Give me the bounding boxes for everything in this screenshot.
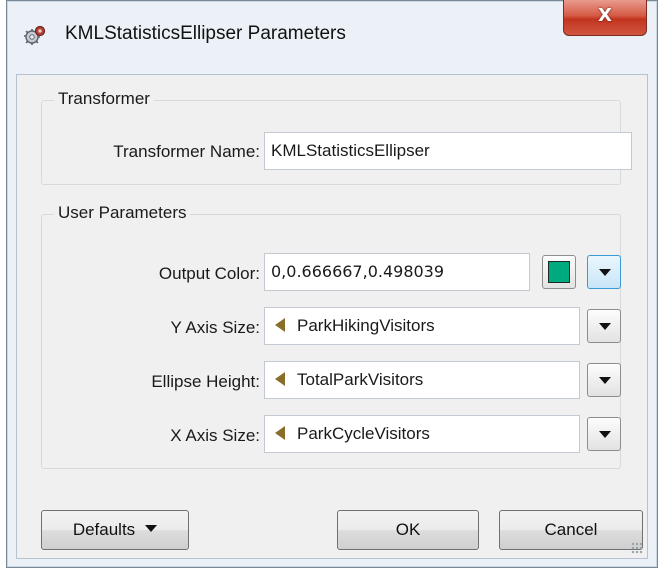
attribute-icon [275, 317, 285, 332]
ok-button-label: OK [395, 520, 421, 539]
x-axis-size-dropdown-button[interactable] [587, 417, 621, 451]
chevron-down-icon [599, 377, 611, 384]
gears-icon [24, 25, 46, 45]
chevron-down-icon [599, 431, 611, 438]
resize-grip-icon[interactable] [631, 542, 643, 554]
chevron-down-icon [599, 269, 611, 276]
user-parameters-group: User Parameters Output Color: 0,0.666667… [41, 203, 621, 469]
y-axis-size-value: ParkHikingVisitors [297, 316, 435, 335]
ellipse-height-label: Ellipse Height: [151, 372, 260, 391]
cancel-button[interactable]: Cancel [499, 510, 643, 550]
defaults-button[interactable]: Defaults [41, 510, 189, 550]
y-axis-size-label: Y Axis Size: [170, 318, 260, 337]
dialog-body: Transformer Transformer Name: KMLStatist… [16, 74, 648, 559]
transformer-name-label: Transformer Name: [113, 142, 260, 161]
output-color-label: Output Color: [158, 264, 260, 283]
ellipse-height-input[interactable]: TotalParkVisitors [264, 361, 580, 399]
x-axis-size-label: X Axis Size: [170, 426, 260, 445]
attribute-icon [275, 425, 285, 440]
color-swatch-button[interactable] [542, 255, 576, 289]
chevron-down-icon [599, 323, 611, 330]
cancel-button-label: Cancel [544, 520, 598, 539]
attribute-icon [275, 371, 285, 386]
close-button[interactable]: X [563, 0, 647, 36]
close-icon: X [598, 5, 612, 26]
transformer-group: Transformer Transformer Name: KMLStatist… [41, 89, 632, 185]
user-parameters-group-title: User Parameters [54, 203, 191, 223]
ellipse-height-dropdown-button[interactable] [587, 363, 621, 397]
chevron-down-icon [145, 525, 158, 533]
parameters-dialog: KMLStatisticsEllipser Parameters X Trans… [6, 0, 658, 568]
title-bar[interactable]: KMLStatisticsEllipser Parameters X [7, 0, 657, 74]
output-color-dropdown-button[interactable] [587, 255, 621, 289]
y-axis-size-input[interactable]: ParkHikingVisitors [264, 307, 580, 345]
window-title: KMLStatisticsEllipser Parameters [65, 23, 346, 44]
y-axis-size-dropdown-button[interactable] [587, 309, 621, 343]
x-axis-size-value: ParkCycleVisitors [297, 424, 430, 443]
transformer-group-title: Transformer [54, 89, 154, 109]
defaults-button-label: Defaults [72, 520, 136, 539]
transformer-name-input[interactable]: KMLStatisticsEllipser [264, 132, 632, 170]
color-swatch [548, 261, 570, 283]
ellipse-height-value: TotalParkVisitors [297, 370, 424, 389]
x-axis-size-input[interactable]: ParkCycleVisitors [264, 415, 580, 453]
ok-button[interactable]: OK [337, 510, 479, 550]
output-color-input[interactable]: 0,0.666667,0.498039 [264, 253, 530, 291]
